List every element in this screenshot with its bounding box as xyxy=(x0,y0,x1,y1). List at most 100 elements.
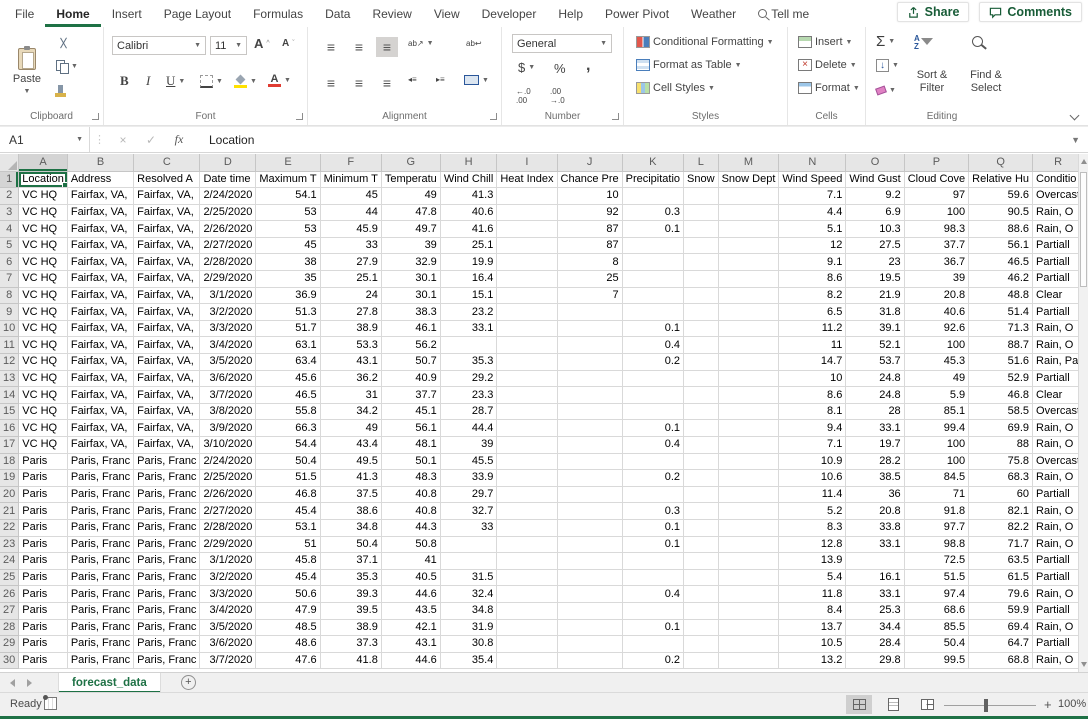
cell-O5[interactable]: 27.5 xyxy=(846,237,904,254)
sort-filter-button[interactable]: AZ xyxy=(914,35,933,51)
cell-J27[interactable] xyxy=(557,602,622,619)
cell-L6[interactable] xyxy=(684,254,719,271)
cell-E23[interactable]: 51 xyxy=(256,536,320,553)
cell-Q22[interactable]: 82.2 xyxy=(969,519,1033,536)
cell-O1[interactable]: Wind Gust xyxy=(846,171,904,188)
cell-A10[interactable]: VC HQ xyxy=(19,320,68,337)
cell-O21[interactable]: 20.8 xyxy=(846,503,904,520)
cell-R29[interactable]: Partiall xyxy=(1033,636,1078,653)
cell-F2[interactable]: 45 xyxy=(320,188,381,205)
cell-Q16[interactable]: 69.9 xyxy=(969,420,1033,437)
comma-style-button[interactable]: , xyxy=(586,57,590,75)
cell-G17[interactable]: 48.1 xyxy=(381,437,440,454)
cancel-icon[interactable]: × xyxy=(109,133,137,147)
increase-indent-button[interactable]: ▸≡ xyxy=(436,75,445,84)
cell-Q20[interactable]: 60 xyxy=(969,486,1033,503)
cell-M13[interactable] xyxy=(718,370,779,387)
cell-D16[interactable]: 3/9/2020 xyxy=(200,420,256,437)
cell-J22[interactable] xyxy=(557,519,622,536)
cell-P4[interactable]: 98.3 xyxy=(904,221,968,238)
cell-C11[interactable]: Fairfax, VA, xyxy=(134,337,200,354)
cell-K24[interactable] xyxy=(622,553,683,570)
cell-H11[interactable] xyxy=(440,337,497,354)
format-painter-button[interactable] xyxy=(58,85,63,93)
cell-F11[interactable]: 53.3 xyxy=(320,337,381,354)
row-header-15[interactable]: 15 xyxy=(0,403,19,420)
cell-C26[interactable]: Paris, Franc xyxy=(134,586,200,603)
cell-R18[interactable]: Overcast xyxy=(1033,453,1078,470)
cell-A16[interactable]: VC HQ xyxy=(19,420,68,437)
cell-A30[interactable]: Paris xyxy=(19,652,68,669)
cell-C21[interactable]: Paris, Franc xyxy=(134,503,200,520)
cell-M20[interactable] xyxy=(718,486,779,503)
cell-K26[interactable]: 0.4 xyxy=(622,586,683,603)
cell-F1[interactable]: Minimum T xyxy=(320,171,381,188)
cell-J7[interactable]: 25 xyxy=(557,271,622,288)
menu-tab-insert[interactable]: Insert xyxy=(101,0,153,27)
cell-B1[interactable]: Address xyxy=(67,171,133,188)
cell-P10[interactable]: 92.6 xyxy=(904,320,968,337)
cell-D17[interactable]: 3/10/2020 xyxy=(200,437,256,454)
row-header-8[interactable]: 8 xyxy=(0,287,19,304)
copy-button[interactable]: ▼ xyxy=(56,60,78,73)
cell-D19[interactable]: 2/25/2020 xyxy=(200,470,256,487)
cell-K15[interactable] xyxy=(622,403,683,420)
cell-J25[interactable] xyxy=(557,569,622,586)
cell-B14[interactable]: Fairfax, VA, xyxy=(67,387,133,404)
scroll-down-icon[interactable] xyxy=(1081,662,1087,667)
cell-Q6[interactable]: 46.5 xyxy=(969,254,1033,271)
cell-I8[interactable] xyxy=(497,287,557,304)
cell-O22[interactable]: 33.8 xyxy=(846,519,904,536)
cell-H6[interactable]: 19.9 xyxy=(440,254,497,271)
cell-E26[interactable]: 50.6 xyxy=(256,586,320,603)
cell-G5[interactable]: 39 xyxy=(381,237,440,254)
cell-B29[interactable]: Paris, Franc xyxy=(67,636,133,653)
cell-B30[interactable]: Paris, Franc xyxy=(67,652,133,669)
cell-N15[interactable]: 8.1 xyxy=(779,403,846,420)
cell-J8[interactable]: 7 xyxy=(557,287,622,304)
cell-L4[interactable] xyxy=(684,221,719,238)
cell-H24[interactable] xyxy=(440,553,497,570)
zoom-in-button[interactable]: + xyxy=(1044,697,1052,712)
cell-F23[interactable]: 50.4 xyxy=(320,536,381,553)
cell-styles-button[interactable]: Cell Styles▼ xyxy=(636,82,715,94)
cell-Q29[interactable]: 64.7 xyxy=(969,636,1033,653)
cell-G12[interactable]: 50.7 xyxy=(381,354,440,371)
cell-M18[interactable] xyxy=(718,453,779,470)
cell-E25[interactable]: 45.4 xyxy=(256,569,320,586)
cell-F25[interactable]: 35.3 xyxy=(320,569,381,586)
cell-D5[interactable]: 2/27/2020 xyxy=(200,237,256,254)
cell-B15[interactable]: Fairfax, VA, xyxy=(67,403,133,420)
font-dialog-launcher[interactable] xyxy=(296,113,303,120)
cell-N2[interactable]: 7.1 xyxy=(779,188,846,205)
row-header-23[interactable]: 23 xyxy=(0,536,19,553)
cell-Q5[interactable]: 56.1 xyxy=(969,237,1033,254)
fill-color-button[interactable]: ▼ xyxy=(234,75,257,88)
cell-F7[interactable]: 25.1 xyxy=(320,271,381,288)
cell-Q1[interactable]: Relative Hu xyxy=(969,171,1033,188)
cell-E22[interactable]: 53.1 xyxy=(256,519,320,536)
cell-Q12[interactable]: 51.6 xyxy=(969,354,1033,371)
cell-D26[interactable]: 3/3/2020 xyxy=(200,586,256,603)
format-cells-button[interactable]: Format▼ xyxy=(798,82,860,94)
clear-button[interactable]: ▼ xyxy=(876,87,896,94)
cell-D27[interactable]: 3/4/2020 xyxy=(200,602,256,619)
cell-P28[interactable]: 85.5 xyxy=(904,619,968,636)
cell-G16[interactable]: 56.1 xyxy=(381,420,440,437)
cell-J10[interactable] xyxy=(557,320,622,337)
accounting-format-button[interactable]: $▼ xyxy=(518,60,535,75)
cell-G4[interactable]: 49.7 xyxy=(381,221,440,238)
cell-I24[interactable] xyxy=(497,553,557,570)
cell-B28[interactable]: Paris, Franc xyxy=(67,619,133,636)
cell-C13[interactable]: Fairfax, VA, xyxy=(134,370,200,387)
cell-P8[interactable]: 20.8 xyxy=(904,287,968,304)
sort-filter-label-wrap[interactable]: Sort & Filter xyxy=(906,69,958,95)
number-format-combo[interactable]: General▼ xyxy=(512,34,612,53)
cell-M25[interactable] xyxy=(718,569,779,586)
cell-D10[interactable]: 3/3/2020 xyxy=(200,320,256,337)
cell-R14[interactable]: Clear xyxy=(1033,387,1078,404)
cell-H8[interactable]: 15.1 xyxy=(440,287,497,304)
menu-tab-power-pivot[interactable]: Power Pivot xyxy=(594,0,680,27)
cell-E27[interactable]: 47.9 xyxy=(256,602,320,619)
cell-L12[interactable] xyxy=(684,354,719,371)
